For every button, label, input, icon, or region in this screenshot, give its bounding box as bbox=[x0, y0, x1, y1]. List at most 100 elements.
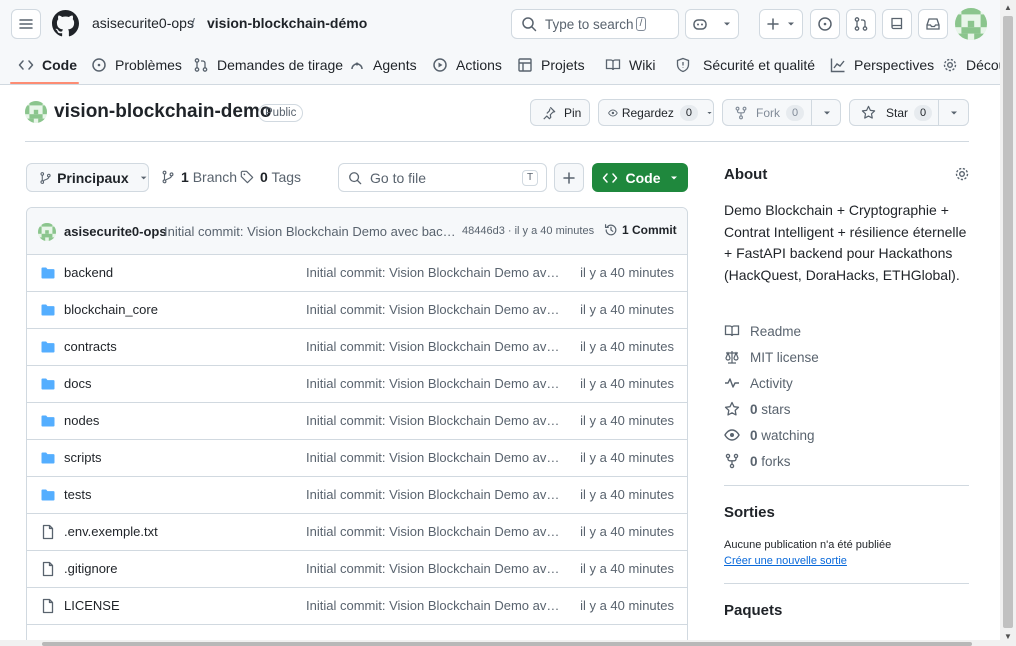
breadcrumb-repo[interactable]: vision-blockchain-démo bbox=[207, 15, 367, 31]
file-name[interactable]: LICENSE bbox=[64, 598, 120, 613]
watch-label: Regardez bbox=[621, 105, 674, 120]
github-logo-icon[interactable] bbox=[52, 10, 79, 37]
horizontal-scrollbar-thumb[interactable] bbox=[42, 642, 972, 646]
pull-request-icon bbox=[194, 58, 208, 72]
table-row[interactable]: .gitignore Initial commit: Vision Blockch… bbox=[27, 551, 687, 588]
tab-actions[interactable]: Actions bbox=[432, 54, 502, 76]
file-commit-message[interactable]: Initial commit: Vision Blockchain Demo a… bbox=[306, 487, 566, 502]
commit-author-avatar[interactable] bbox=[38, 223, 56, 241]
file-commit-message[interactable]: Initial commit: Vision Blockchain Demo a… bbox=[306, 302, 566, 317]
table-row[interactable]: .env.exemple.txt Initial commit: Vision B… bbox=[27, 514, 687, 551]
file-commit-message[interactable]: Initial commit: Vision Blockchain Demo a… bbox=[306, 376, 566, 391]
file-name[interactable]: .gitignore bbox=[64, 561, 117, 576]
pin-icon bbox=[543, 106, 556, 120]
create-new-button[interactable] bbox=[759, 9, 803, 39]
pin-button[interactable]: Pin bbox=[530, 99, 590, 126]
file-name[interactable]: backend bbox=[64, 265, 113, 280]
table-row[interactable]: scripts Initial commit: Vision Blockchain… bbox=[27, 440, 687, 477]
watch-button[interactable]: Regardez 0 bbox=[598, 99, 714, 126]
menu-button[interactable] bbox=[11, 9, 41, 39]
file-commit-message[interactable]: Initial commit: Vision Blockchain Demo a… bbox=[306, 339, 566, 354]
branch-icon bbox=[162, 170, 174, 184]
file-commit-time: il y a 40 minutes bbox=[580, 450, 674, 465]
horizontal-scrollbar[interactable] bbox=[0, 640, 1000, 646]
tab-projects[interactable]: Projets bbox=[517, 54, 585, 76]
scrollbar-thumb[interactable] bbox=[1003, 16, 1013, 628]
commit-author[interactable]: asisecurite0-ops bbox=[64, 224, 167, 239]
releases-heading[interactable]: Sorties bbox=[724, 504, 775, 521]
table-row[interactable]: blockchain_core Initial commit: Vision Bl… bbox=[27, 292, 687, 329]
tab-security[interactable]: Sécurité et qualité bbox=[675, 54, 815, 76]
tab-discover[interactable]: Décou bbox=[942, 54, 1006, 76]
watching-link[interactable]: 0 watching bbox=[724, 427, 815, 443]
breadcrumb-owner[interactable]: asisecurite0-ops bbox=[92, 15, 194, 31]
tab-agents[interactable]: Agents bbox=[349, 54, 417, 76]
table-row[interactable]: docs Initial commit: Vision Blockchain De… bbox=[27, 366, 687, 403]
gear-icon[interactable] bbox=[954, 166, 970, 182]
repo-title[interactable]: vision-blockchain-demo bbox=[54, 101, 271, 123]
issues-button[interactable] bbox=[810, 9, 840, 39]
file-commit-message[interactable]: Initial commit: Vision Blockchain Demo a… bbox=[306, 561, 566, 576]
identicon-icon bbox=[25, 101, 47, 123]
table-row[interactable]: backend Initial commit: Vision Blockchain… bbox=[27, 255, 687, 292]
global-search-input[interactable]: Type to search / bbox=[511, 9, 679, 39]
about-description: Demo Blockchain + Cryptographie + Contra… bbox=[724, 202, 967, 283]
copilot-button[interactable] bbox=[685, 9, 739, 39]
pull-requests-button[interactable] bbox=[846, 9, 876, 39]
file-commit-message[interactable]: Initial commit: Vision Blockchain Demo a… bbox=[306, 450, 566, 465]
tab-code[interactable]: Code bbox=[18, 54, 77, 76]
file-name[interactable]: .env.exemple.txt bbox=[64, 524, 158, 539]
file-commit-message[interactable]: Initial commit: Vision Blockchain Demo a… bbox=[306, 265, 566, 280]
repositories-button[interactable] bbox=[882, 9, 912, 39]
tags-link[interactable]: 0 Tags bbox=[240, 169, 301, 185]
button-divider bbox=[938, 100, 939, 125]
add-file-button[interactable] bbox=[554, 163, 584, 192]
vertical-scrollbar[interactable]: ▲ ▼ bbox=[1000, 0, 1016, 646]
inbox-button[interactable] bbox=[918, 9, 948, 39]
file-name[interactable]: tests bbox=[64, 487, 91, 502]
file-name[interactable]: blockchain_core bbox=[64, 302, 158, 317]
forks-count: 0 bbox=[750, 453, 758, 469]
go-to-file-input[interactable]: Go to file T bbox=[338, 163, 547, 192]
readme-link[interactable]: Readme bbox=[724, 323, 801, 339]
branches-link[interactable]: 1 Branch bbox=[161, 169, 237, 185]
file-name[interactable]: scripts bbox=[64, 450, 102, 465]
tab-wiki[interactable]: Wiki bbox=[605, 54, 655, 76]
tab-label: Actions bbox=[456, 57, 502, 73]
file-commit-message[interactable]: Initial commit: Vision Blockchain Demo a… bbox=[306, 413, 566, 428]
tag-word: Tags bbox=[271, 169, 302, 185]
file-commit-message[interactable]: Initial commit: Vision Blockchain Demo a… bbox=[306, 598, 566, 613]
repo-owner-avatar[interactable] bbox=[25, 101, 47, 123]
scroll-down-arrow-icon[interactable]: ▼ bbox=[1003, 632, 1013, 642]
table-row[interactable]: LICENSE Initial commit: Vision Blockchain… bbox=[27, 588, 687, 625]
file-name[interactable]: nodes bbox=[64, 413, 99, 428]
table-row[interactable]: contracts Initial commit: Vision Blockcha… bbox=[27, 329, 687, 366]
tab-pull-requests[interactable]: Demandes de tirage bbox=[193, 54, 343, 76]
packages-heading[interactable]: Paquets bbox=[724, 602, 782, 619]
user-avatar[interactable] bbox=[955, 8, 987, 40]
branch-selector[interactable]: Principaux bbox=[26, 163, 149, 192]
pull-request-icon bbox=[854, 17, 868, 31]
license-link[interactable]: MIT license bbox=[724, 349, 819, 365]
stars-link[interactable]: 0 stars bbox=[724, 401, 791, 417]
fork-button[interactable]: Fork 0 bbox=[722, 99, 841, 126]
pulse-icon bbox=[725, 378, 739, 388]
code-download-button[interactable]: Code bbox=[592, 163, 688, 192]
chevron-down-icon[interactable] bbox=[822, 108, 832, 118]
activity-link[interactable]: Activity bbox=[724, 375, 793, 391]
commit-history-link[interactable]: 1 Commit bbox=[604, 223, 677, 237]
commit-message[interactable]: Initial commit: Vision Blockchain Demo a… bbox=[164, 224, 456, 239]
tab-insights[interactable]: Perspectives bbox=[830, 54, 934, 76]
forks-link[interactable]: 0 forks bbox=[724, 453, 791, 469]
commit-hash[interactable]: 48446d3 bbox=[462, 225, 505, 237]
file-commit-message[interactable]: Initial commit: Vision Blockchain Demo a… bbox=[306, 524, 566, 539]
file-name[interactable]: docs bbox=[64, 376, 91, 391]
star-button[interactable]: Star 0 bbox=[849, 99, 969, 126]
table-row[interactable]: nodes Initial commit: Vision Blockchain D… bbox=[27, 403, 687, 440]
file-name[interactable]: contracts bbox=[64, 339, 117, 354]
chevron-down-icon[interactable] bbox=[949, 108, 959, 118]
tab-issues[interactable]: Problèmes bbox=[91, 54, 182, 76]
scroll-up-arrow-icon[interactable]: ▲ bbox=[1003, 3, 1013, 13]
table-row[interactable]: tests Initial commit: Vision Blockchain D… bbox=[27, 477, 687, 514]
create-release-link[interactable]: Créer une nouvelle sortie bbox=[724, 555, 847, 567]
